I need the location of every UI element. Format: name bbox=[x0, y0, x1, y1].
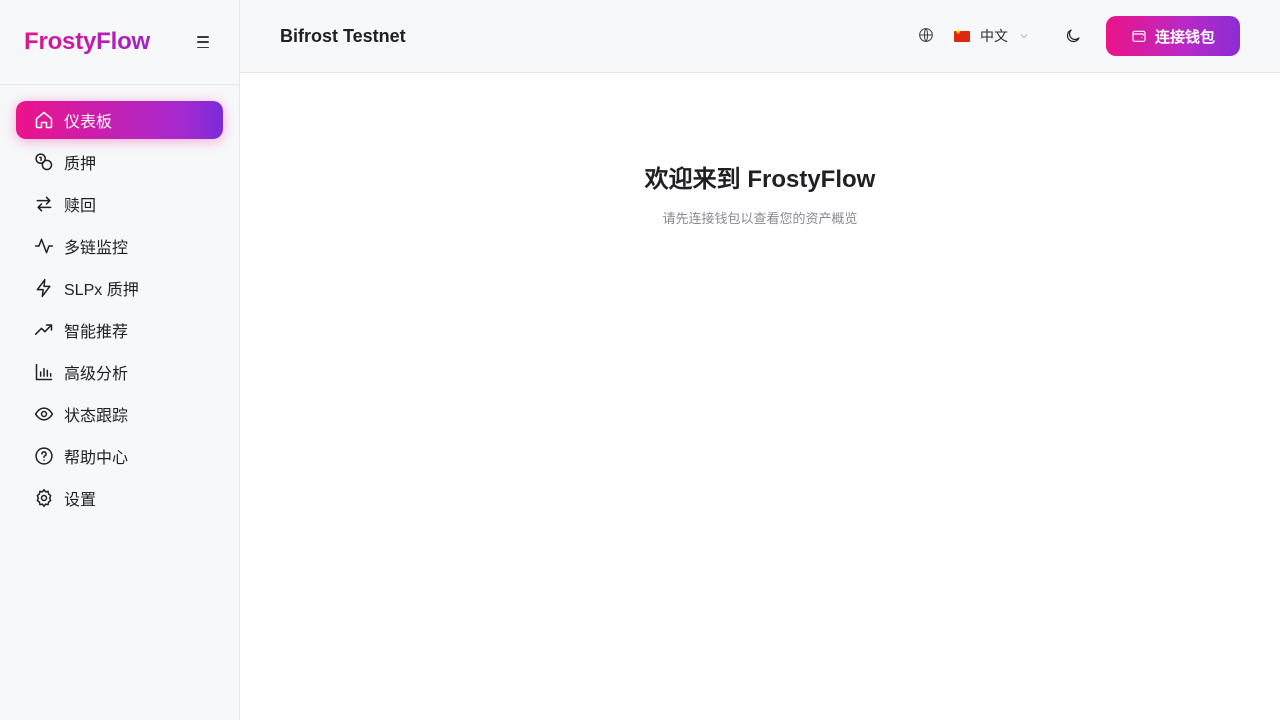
sidebar-item-advanced-analytics[interactable]: 高级分析 bbox=[16, 353, 223, 391]
sidebar-item-label: 多链监控 bbox=[64, 240, 129, 257]
sidebar-item-label: SLPx 质押 bbox=[64, 282, 139, 299]
sidebar-item-settings[interactable]: 设置 bbox=[16, 479, 223, 517]
sidebar-item-status-tracking[interactable]: 状态跟踪 bbox=[16, 395, 223, 433]
help-circle-icon bbox=[34, 446, 54, 466]
activity-icon bbox=[34, 236, 54, 256]
eye-icon bbox=[34, 404, 54, 424]
sidebar-item-label: 仪表板 bbox=[64, 114, 113, 131]
sidebar-item-smart-recommend[interactable]: 智能推荐 bbox=[16, 311, 223, 349]
china-flag-icon bbox=[954, 28, 970, 42]
chevron-down-icon bbox=[1018, 30, 1030, 42]
sidebar-item-help-center[interactable]: 帮助中心 bbox=[16, 437, 223, 475]
moon-icon[interactable] bbox=[1064, 27, 1082, 45]
sidebar-item-redeem[interactable]: 赎回 bbox=[16, 185, 223, 223]
network-name: Bifrost Testnet bbox=[280, 25, 406, 46]
brand-bar: FrostyFlow bbox=[0, 0, 239, 85]
language-select[interactable]: 中文 bbox=[954, 26, 1030, 46]
connect-wallet-label: 连接钱包 bbox=[1154, 28, 1215, 46]
coins-icon bbox=[34, 152, 54, 172]
arrows-swap-icon bbox=[34, 194, 54, 214]
sidebar-item-multichain-monitor[interactable]: 多链监控 bbox=[16, 227, 223, 265]
menu-toggle-icon[interactable] bbox=[195, 35, 211, 49]
globe-icon[interactable] bbox=[918, 27, 936, 45]
page-subtitle: 请先连接钱包以查看您的资产概览 bbox=[662, 211, 858, 226]
trending-up-icon bbox=[34, 320, 54, 340]
bar-chart-icon bbox=[34, 362, 54, 382]
top-header: Bifrost Testnet 中文 连接钱包 bbox=[240, 0, 1280, 73]
welcome-panel: 欢迎来到 FrostyFlow 请先连接钱包以查看您的资产概览 bbox=[240, 159, 1280, 227]
gear-icon bbox=[34, 488, 54, 508]
home-icon bbox=[34, 110, 54, 130]
lightning-icon bbox=[34, 278, 54, 298]
main-content: 欢迎来到 FrostyFlow 请先连接钱包以查看您的资产概览 bbox=[240, 73, 1280, 720]
page-title: 欢迎来到 FrostyFlow bbox=[644, 166, 876, 193]
wallet-icon bbox=[1131, 28, 1147, 44]
sidebar-item-label: 状态跟踪 bbox=[64, 408, 129, 425]
sidebar-item-label: 智能推荐 bbox=[64, 324, 129, 341]
language-label: 中文 bbox=[980, 28, 1008, 44]
sidebar-item-label: 设置 bbox=[64, 492, 97, 509]
connect-wallet-button[interactable]: 连接钱包 bbox=[1106, 16, 1240, 56]
sidebar: FrostyFlow 仪表板 质押 赎回 多链监控 SLPx 质押 智能推荐 高… bbox=[0, 0, 240, 720]
header-actions: 中文 连接钱包 bbox=[918, 16, 1240, 56]
sidebar-item-label: 帮助中心 bbox=[64, 450, 129, 467]
sidebar-item-staking[interactable]: 质押 bbox=[16, 143, 223, 181]
sidebar-item-label: 质押 bbox=[64, 156, 97, 173]
sidebar-item-label: 高级分析 bbox=[64, 366, 129, 383]
sidebar-nav: 仪表板 质押 赎回 多链监控 SLPx 质押 智能推荐 高级分析 状态跟踪 帮助… bbox=[0, 85, 239, 517]
sidebar-item-slpx-staking[interactable]: SLPx 质押 bbox=[16, 269, 223, 307]
brand-logo[interactable]: FrostyFlow bbox=[24, 28, 150, 56]
sidebar-item-dashboard[interactable]: 仪表板 bbox=[16, 101, 223, 139]
sidebar-item-label: 赎回 bbox=[64, 198, 97, 215]
